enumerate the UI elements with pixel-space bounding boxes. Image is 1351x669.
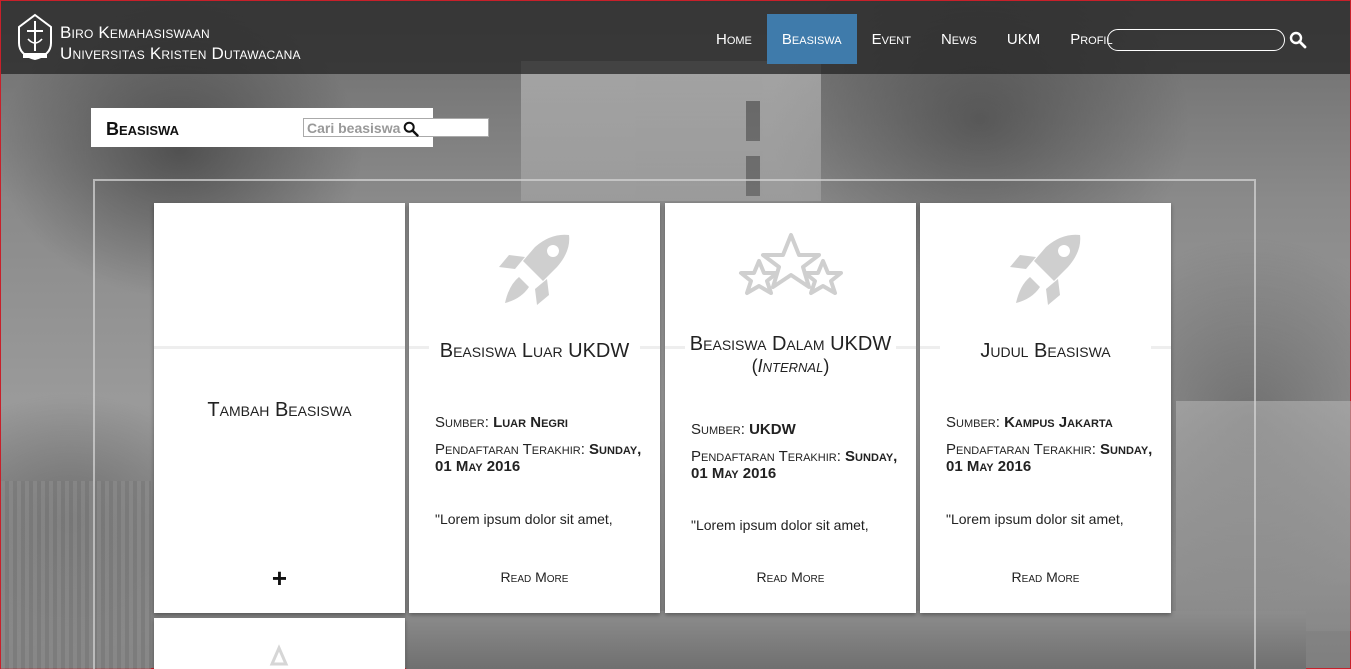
ukdw-shield-logo-icon[interactable] xyxy=(15,13,55,61)
main-nav: Home Beasiswa Event News UKM Profil xyxy=(701,14,1128,64)
add-scholarship-card[interactable]: Tambah Beasiswa + xyxy=(154,203,405,613)
top-navbar: Biro Kemahasiswaan Universitas Kristen D… xyxy=(1,1,1350,74)
scholarship-card[interactable]: Judul Beasiswa Sumber: Kampus Jakarta Pe… xyxy=(920,203,1171,613)
brand-line-1: Biro Kemahasiswaan xyxy=(60,23,210,42)
read-more-link[interactable]: Read More xyxy=(409,569,660,585)
card-top-panel xyxy=(409,203,660,349)
add-button[interactable]: + xyxy=(154,563,405,594)
card-source: Sumber: Luar Negri xyxy=(435,414,650,431)
page-header: Beasiswa xyxy=(91,108,489,147)
source-value: Luar Negri xyxy=(493,414,568,431)
brand-title[interactable]: Biro Kemahasiswaan Universitas Kristen D… xyxy=(60,22,301,64)
search-icon[interactable] xyxy=(1289,31,1307,49)
card-deadline: Pendaftaran Terakhir: Sunday, 01 May 201… xyxy=(946,441,1161,475)
card-title[interactable]: Beasiswa Dalam UKDW (Internal) xyxy=(685,333,896,377)
card-top-panel xyxy=(665,203,916,349)
source-label: Sumber: xyxy=(946,414,1000,431)
nav-item-beasiswa[interactable]: Beasiswa xyxy=(766,14,857,64)
deadline-label: Pendaftaran Terakhir: xyxy=(435,441,585,458)
scholarship-card[interactable]: Beasiswa Luar UKDW Sumber: Luar Negri Pe… xyxy=(409,203,660,613)
card-title[interactable]: Beasiswa Luar UKDW xyxy=(429,340,640,362)
card-title[interactable]: Judul Beasiswa xyxy=(940,340,1151,362)
card-deadline: Pendaftaran Terakhir: Sunday, 01 May 201… xyxy=(435,441,650,475)
add-scholarship-label: Tambah Beasiswa xyxy=(207,399,352,421)
card-excerpt: "Lorem ipsum dolor sit amet, xyxy=(691,517,869,533)
card-excerpt: "Lorem ipsum dolor sit amet, xyxy=(435,511,613,527)
card-source: Sumber: Kampus Jakarta xyxy=(946,414,1161,431)
search-icon[interactable] xyxy=(403,121,419,137)
source-label: Sumber: xyxy=(691,421,745,438)
beasiswa-search-input[interactable] xyxy=(303,118,489,137)
stars-icon xyxy=(738,233,843,295)
card-top-panel xyxy=(920,203,1171,349)
scholarship-card[interactable]: Beasiswa Dalam UKDW (Internal) Sumber: U… xyxy=(665,203,916,613)
brand-line-2: Universitas Kristen Dutawacana xyxy=(60,44,301,63)
source-label: Sumber: xyxy=(435,414,489,431)
deadline-label: Pendaftaran Terakhir: xyxy=(946,441,1096,458)
rocket-icon xyxy=(1009,234,1080,305)
card-title-main: Beasiswa Dalam UKDW xyxy=(689,333,892,355)
stars-icon xyxy=(269,644,289,666)
deadline-label: Pendaftaran Terakhir: xyxy=(691,448,841,465)
card-source: Sumber: UKDW xyxy=(691,421,906,438)
scholarship-card-partial[interactable] xyxy=(154,618,405,669)
card-deadline: Pendaftaran Terakhir: Sunday, 01 May 201… xyxy=(691,448,906,482)
nav-item-event[interactable]: Event xyxy=(857,14,926,64)
read-more-link[interactable]: Read More xyxy=(665,569,916,585)
card-excerpt: "Lorem ipsum dolor sit amet, xyxy=(946,511,1124,527)
card-top-panel xyxy=(154,203,405,349)
source-value: Kampus Jakarta xyxy=(1004,414,1113,431)
nav-item-news[interactable]: News xyxy=(926,14,992,64)
top-search-input[interactable] xyxy=(1107,29,1285,51)
read-more-link[interactable]: Read More xyxy=(920,569,1171,585)
nav-item-ukm[interactable]: UKM xyxy=(992,14,1055,64)
source-value: UKDW xyxy=(749,421,796,438)
nav-item-home[interactable]: Home xyxy=(701,14,767,64)
page-title: Beasiswa xyxy=(106,119,179,139)
rocket-icon xyxy=(498,234,569,305)
card-title-suffix: Internal xyxy=(757,356,824,376)
